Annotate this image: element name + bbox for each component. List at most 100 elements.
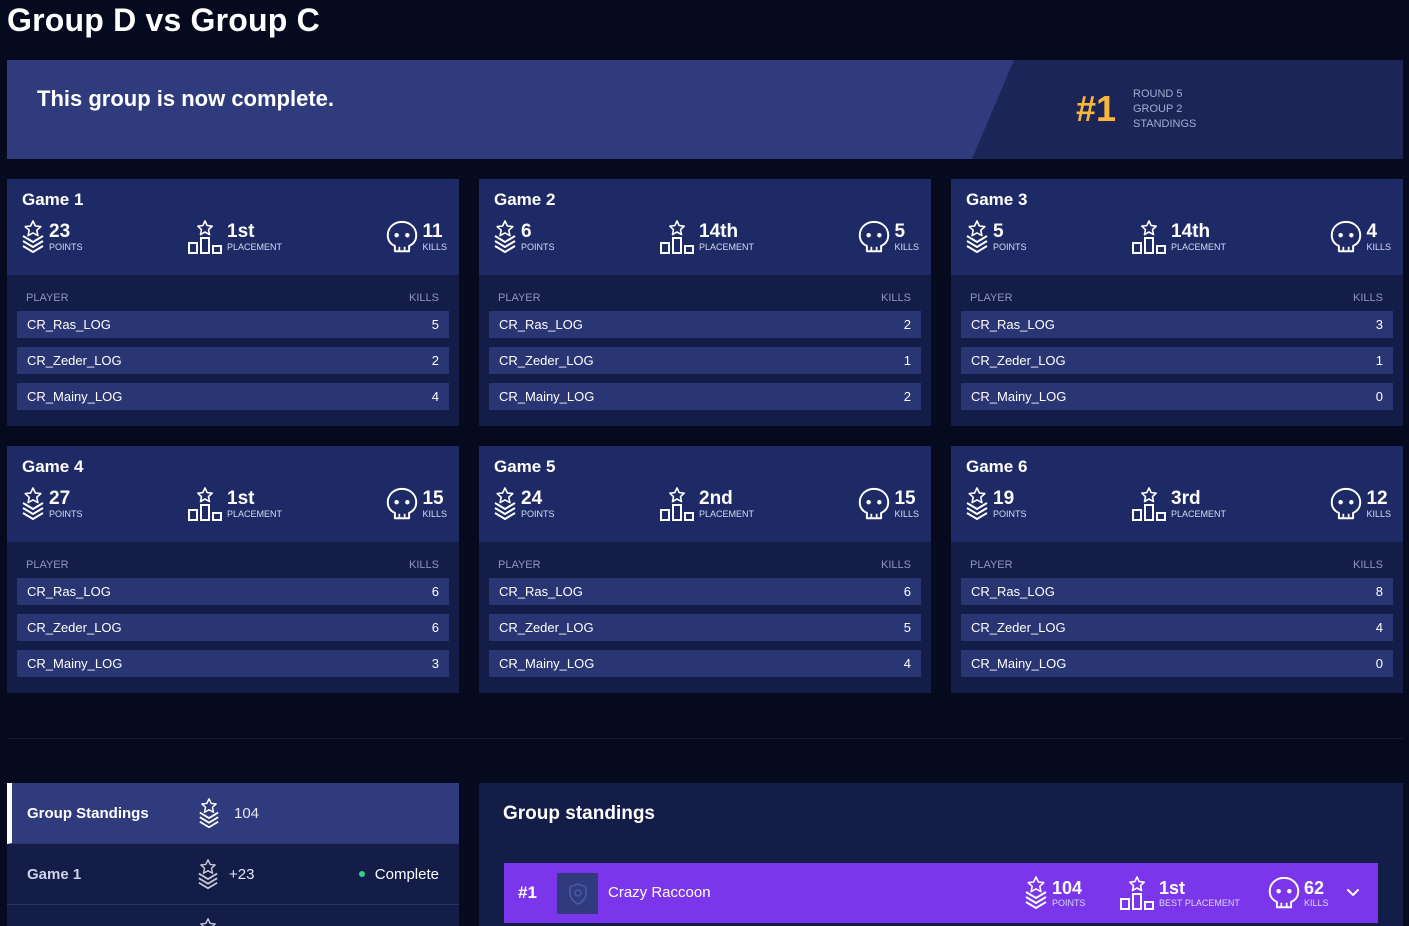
player-row: CR_Zeder_LOG 1 — [489, 347, 921, 374]
points-value: 6 — [521, 221, 532, 242]
placement-value: 3rd — [1171, 488, 1201, 509]
kills-value: 11 — [422, 221, 443, 242]
game-card-header: Game 3 5 POINTS 14th PLACEMENT 4 KILLS — [951, 179, 1403, 275]
team-logo — [557, 873, 598, 914]
sidebar-item-game-1[interactable]: Game 1 +23 Complete — [7, 844, 459, 905]
game-placement: 1st PLACEMENT — [187, 486, 282, 522]
player-row: CR_Zeder_LOG 1 — [961, 347, 1393, 374]
kills-value: 15 — [422, 488, 444, 509]
player-kills: 1 — [1375, 353, 1383, 368]
player-row: CR_Ras_LOG 6 — [489, 578, 921, 605]
player-column-header: PLAYER — [498, 559, 541, 571]
placement-value: 1st — [1159, 878, 1186, 898]
kills-value: 15 — [894, 488, 916, 509]
kills-value: 4 — [1366, 221, 1378, 242]
sidebar-item-next[interactable] — [7, 905, 459, 926]
skull-icon — [386, 219, 418, 255]
page-title: Group D vs Group C — [7, 2, 320, 38]
sidebar-item-label: Game 1 — [27, 865, 82, 883]
points-label: POINTS — [993, 242, 1027, 252]
sidebar-item-group-standings[interactable]: Group Standings 104 — [7, 783, 459, 844]
placement-value: 14th — [699, 221, 739, 242]
banner-rank-details: ROUND 5 GROUP 2 STANDINGS — [1133, 87, 1196, 132]
points-value: 19 — [993, 488, 1015, 509]
standings-sidebar: Group Standings 104 Game 1 +23 Complete — [7, 783, 459, 926]
kills-column-header: KILLS — [409, 292, 439, 304]
badge-star-icon — [965, 219, 989, 255]
team-kills: 62 KILLS — [1268, 875, 1329, 911]
podium-icon — [1119, 875, 1155, 911]
podium-icon — [659, 486, 695, 522]
placement-label: PLACEMENT — [699, 242, 755, 252]
player-kills: 8 — [1375, 584, 1383, 599]
kills-label: KILLS — [1366, 509, 1391, 519]
best-placement-label: BEST PLACEMENT — [1159, 898, 1240, 908]
player-row: CR_Mainy_LOG 3 — [17, 650, 449, 677]
player-name: CR_Mainy_LOG — [971, 389, 1067, 404]
player-row: CR_Ras_LOG 6 — [17, 578, 449, 605]
points-label: POINTS — [49, 509, 83, 519]
kills-label: KILLS — [422, 509, 447, 519]
player-kills: 2 — [903, 389, 911, 404]
skull-icon — [1330, 219, 1362, 255]
chevron-down-icon[interactable] — [1346, 883, 1360, 903]
badge-star-icon — [198, 797, 220, 830]
placement-label: PLACEMENT — [1171, 509, 1227, 519]
skull-icon — [858, 486, 890, 522]
kills-column-header: KILLS — [409, 559, 439, 571]
game-placement: 14th PLACEMENT — [1131, 219, 1226, 255]
game-title: Game 3 — [966, 190, 1028, 209]
badge-star-icon — [493, 486, 517, 522]
player-kills: 6 — [431, 620, 439, 635]
podium-icon — [659, 219, 695, 255]
player-name: CR_Zeder_LOG — [27, 353, 122, 368]
player-row: CR_Mainy_LOG 0 — [961, 383, 1393, 410]
game-points: 19 POINTS — [965, 486, 1027, 522]
player-row: CR_Ras_LOG 3 — [961, 311, 1393, 338]
kills-column-header: KILLS — [1353, 559, 1383, 571]
badge-star-icon — [493, 219, 517, 255]
player-name: CR_Ras_LOG — [971, 317, 1055, 332]
status-text: Complete — [374, 865, 439, 883]
badge-star-icon — [21, 219, 45, 255]
podium-icon — [187, 219, 223, 255]
placement-label: PLACEMENT — [227, 509, 283, 519]
team-best-placement: 1st BEST PLACEMENT — [1119, 875, 1240, 911]
kills-label: KILLS — [894, 509, 919, 519]
kills-label: KILLS — [894, 242, 919, 252]
player-row: CR_Zeder_LOG 2 — [17, 347, 449, 374]
game-placement: 2nd PLACEMENT — [659, 486, 754, 522]
game-placement: 1st PLACEMENT — [187, 219, 282, 255]
player-kills: 1 — [903, 353, 911, 368]
points-value: 23 — [49, 221, 71, 242]
placement-value: 1st — [227, 221, 255, 242]
player-name: CR_Zeder_LOG — [499, 353, 594, 368]
player-kills: 2 — [431, 353, 439, 368]
game-title: Game 6 — [966, 457, 1028, 476]
placement-label: PLACEMENT — [227, 242, 283, 252]
game-kills: 15 KILLS — [386, 486, 447, 522]
points-label: POINTS — [49, 242, 83, 252]
sidebar-item-value: +23 — [229, 865, 255, 883]
team-rank: #1 — [518, 883, 537, 902]
points-label: POINTS — [521, 509, 555, 519]
badge-star-icon — [197, 858, 219, 891]
player-row: CR_Ras_LOG 5 — [17, 311, 449, 338]
points-value: 24 — [521, 488, 543, 509]
game-card-header: Game 5 24 POINTS 2nd PLACEMENT 15 KILLS — [479, 446, 931, 542]
banner-message: This group is now complete. — [37, 86, 335, 111]
game-title: Game 5 — [494, 457, 556, 476]
kills-column-header: KILLS — [881, 292, 911, 304]
team-standing-row[interactable]: #1 Crazy Raccoon 104 POINTS 1st BEST PLACE… — [504, 863, 1378, 923]
completion-banner: This group is now complete. #1 ROUND 5 G… — [7, 60, 1403, 159]
banner-line-group: GROUP 2 — [1133, 103, 1183, 115]
player-kills: 6 — [903, 584, 911, 599]
badge-star-icon — [197, 917, 219, 926]
badge-star-icon — [21, 486, 45, 522]
kills-column-header: KILLS — [881, 559, 911, 571]
player-name: CR_Ras_LOG — [971, 584, 1055, 599]
game-points: 23 POINTS — [21, 219, 83, 255]
kills-value: 12 — [1366, 488, 1388, 509]
player-name: CR_Zeder_LOG — [499, 620, 594, 635]
game-card-2: Game 2 6 POINTS 14th PLACEMENT 5 KILLS PLAY… — [479, 179, 931, 426]
